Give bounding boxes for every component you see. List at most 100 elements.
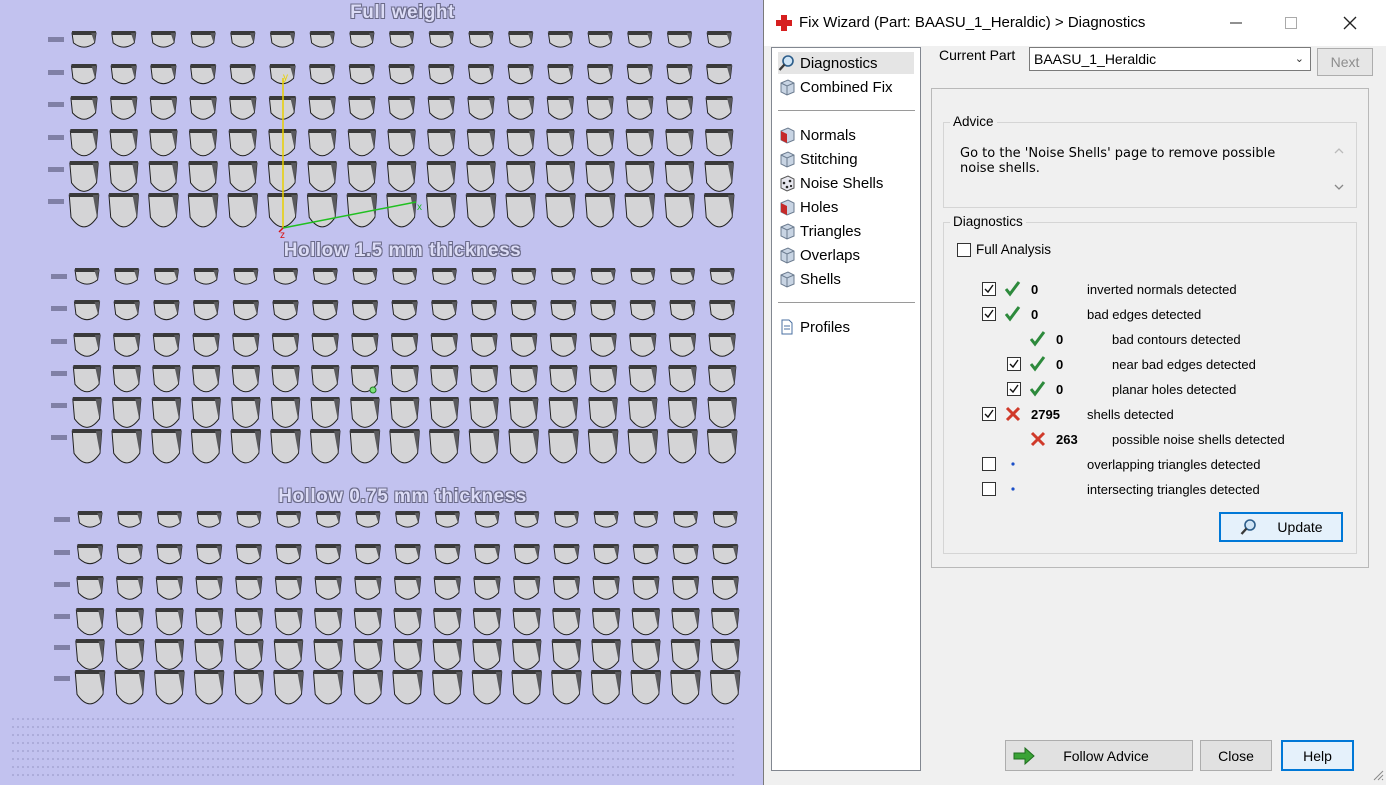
ring-model xyxy=(194,639,224,670)
ring-model xyxy=(426,193,457,228)
resize-grip-icon[interactable] xyxy=(1372,769,1384,781)
row-label-mark xyxy=(54,550,70,555)
nav-item-stitching[interactable]: Stitching xyxy=(778,148,914,170)
maximize-button[interactable] xyxy=(1262,0,1320,46)
nav-label: Noise Shells xyxy=(800,174,884,192)
ring-model xyxy=(473,544,501,565)
ring-model xyxy=(631,608,660,636)
selection-point xyxy=(369,386,377,394)
ring-model xyxy=(546,129,575,157)
ring-model xyxy=(711,608,740,636)
ring-model xyxy=(712,511,738,528)
nav-item-overlaps[interactable]: Overlaps xyxy=(778,244,914,266)
nav-label: Holes xyxy=(800,198,839,216)
ring-model xyxy=(393,576,422,600)
advice-group-label: Advice xyxy=(950,114,997,129)
ring-model xyxy=(505,193,536,228)
ring-model xyxy=(671,576,700,600)
3d-viewport[interactable]: Full weight Hollow 1.5 mm thickness Holl… xyxy=(0,0,762,785)
axis-label-z: z xyxy=(280,230,285,241)
diagnostic-checkbox[interactable] xyxy=(1007,382,1021,396)
ring-model xyxy=(274,608,303,636)
current-part-label: Current Part xyxy=(939,47,1016,63)
ring-model xyxy=(553,511,579,528)
ring-model xyxy=(590,268,616,285)
ring-model xyxy=(153,300,180,321)
ring-model xyxy=(389,397,420,428)
close-window-button[interactable] xyxy=(1321,0,1379,46)
nav-item-noise-shells[interactable]: Noise Shells xyxy=(778,172,914,194)
ring-model xyxy=(632,576,660,600)
close-button[interactable]: Close xyxy=(1200,740,1272,771)
magnifier-icon xyxy=(778,55,794,71)
ring-model xyxy=(392,639,423,670)
nav-item-profiles[interactable]: Profiles xyxy=(778,316,914,338)
ring-model xyxy=(272,300,299,321)
nav-item-combined-fix[interactable]: Combined Fix xyxy=(778,76,914,98)
ring-model xyxy=(433,608,462,636)
ring-model xyxy=(625,129,654,157)
ring-model xyxy=(229,96,257,120)
row-label-mark xyxy=(54,645,70,650)
row-label-mark xyxy=(48,199,64,204)
ring-model xyxy=(630,268,656,285)
ring-model xyxy=(547,31,573,48)
ring-model xyxy=(190,429,222,464)
advice-text: Go to the 'Noise Shells' page to remove … xyxy=(960,146,1276,176)
ring-model xyxy=(627,429,659,464)
nav-label: Shells xyxy=(800,270,841,288)
ring-model xyxy=(111,31,137,48)
ring-model xyxy=(431,268,457,285)
ring-model xyxy=(354,544,382,565)
nav-item-diagnostics[interactable]: Diagnostics xyxy=(778,52,914,74)
ring-model xyxy=(227,193,259,228)
ring-model xyxy=(195,544,223,565)
ring-model xyxy=(275,511,302,528)
ring-model xyxy=(387,129,416,157)
wizard-page-list[interactable]: Diagnostics Combined Fix Normals Stitchi… xyxy=(771,47,921,771)
diagnostic-checkbox[interactable] xyxy=(982,407,996,421)
ring-model xyxy=(705,96,733,120)
ring-model xyxy=(466,129,496,157)
ring-model xyxy=(315,544,342,565)
nav-item-triangles[interactable]: Triangles xyxy=(778,220,914,242)
ring-model xyxy=(232,333,260,357)
ring-model xyxy=(352,268,378,285)
diagnostic-row: 2795 shells detected xyxy=(944,405,1344,423)
diagnostic-checkbox[interactable] xyxy=(1007,357,1021,371)
current-part-dropdown[interactable]: BAASU_1_Heraldic ⌄ xyxy=(1029,47,1311,71)
diagnostic-checkbox[interactable] xyxy=(982,282,996,296)
nav-item-shells[interactable]: Shells xyxy=(778,268,914,290)
ring-model xyxy=(507,64,534,85)
ring-model xyxy=(426,161,457,192)
dot-icon xyxy=(1011,462,1015,466)
ring-model xyxy=(588,397,618,428)
diagnostic-row: 0 bad edges detected xyxy=(944,305,1344,323)
nav-item-normals[interactable]: Normals xyxy=(778,124,914,146)
nav-item-holes[interactable]: Holes xyxy=(778,196,914,218)
minimize-button[interactable] xyxy=(1207,0,1265,46)
advice-scrollbar[interactable] xyxy=(1332,143,1346,195)
ring-model xyxy=(351,300,379,321)
title-bar[interactable]: Fix Wizard (Part: BAASU_1_Heraldic) > Di… xyxy=(764,0,1386,46)
ring-model xyxy=(432,639,463,670)
full-analysis-checkbox[interactable] xyxy=(957,243,971,257)
diagnostic-checkbox[interactable] xyxy=(982,457,996,471)
cube-icon xyxy=(780,79,795,96)
update-button[interactable]: Update xyxy=(1219,512,1343,542)
ring-model xyxy=(391,300,418,321)
ring-model xyxy=(551,670,582,705)
diagnostic-checkbox[interactable] xyxy=(982,482,996,496)
ring-model xyxy=(466,161,496,192)
help-button[interactable]: Help xyxy=(1281,740,1354,771)
row-label-mark xyxy=(48,135,64,140)
ring-model xyxy=(273,639,304,670)
follow-advice-button[interactable]: Follow Advice xyxy=(1005,740,1193,771)
row-label-mark xyxy=(51,274,67,279)
ring-model xyxy=(68,193,100,228)
diagnostic-checkbox[interactable] xyxy=(982,307,996,321)
ring-model xyxy=(270,397,301,428)
ring-model xyxy=(709,670,741,705)
ring-model xyxy=(665,96,694,120)
next-button[interactable]: Next xyxy=(1317,48,1373,76)
